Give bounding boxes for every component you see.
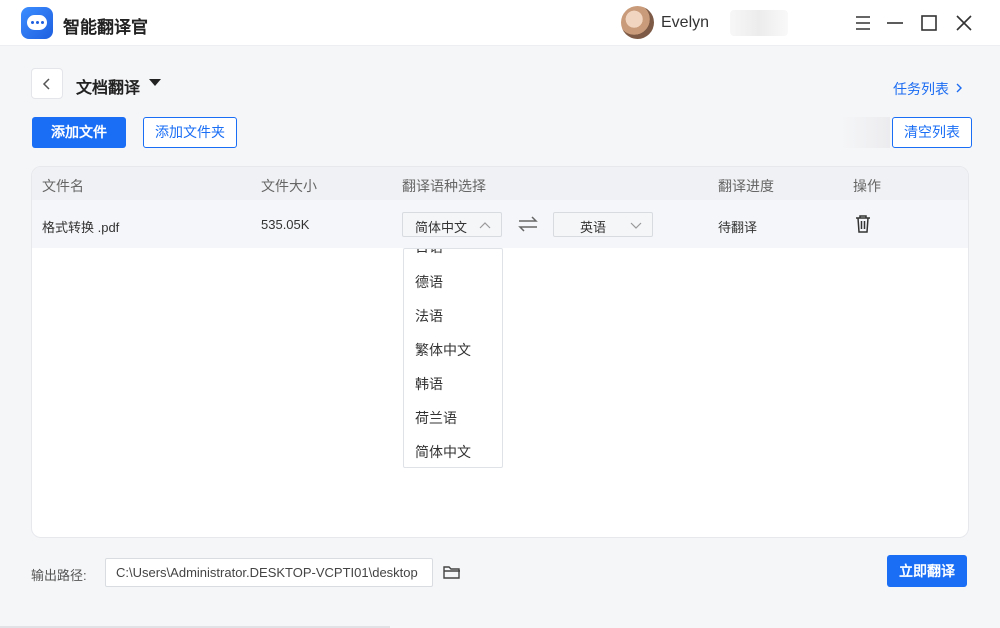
chevron-left-icon bbox=[42, 77, 50, 90]
add-folder-button[interactable]: 添加文件夹 bbox=[143, 117, 237, 148]
page-title[interactable]: 文档翻译 bbox=[76, 74, 140, 98]
folder-icon[interactable] bbox=[443, 564, 461, 580]
task-list-link[interactable]: 任务列表 bbox=[893, 79, 963, 99]
file-size: 535.05K bbox=[261, 217, 310, 232]
maximize-icon[interactable] bbox=[918, 12, 940, 34]
username[interactable]: Evelyn bbox=[661, 14, 709, 32]
dropdown-option[interactable]: 繁体中文 bbox=[415, 340, 471, 360]
blurred-area bbox=[840, 117, 890, 148]
header-progress: 翻译进度 bbox=[718, 178, 774, 194]
dropdown-option[interactable]: 韩语 bbox=[415, 374, 443, 394]
target-language-value: 英语 bbox=[580, 220, 607, 235]
dropdown-option[interactable]: 德语 bbox=[415, 272, 443, 292]
app-name: 智能翻译官 bbox=[63, 18, 148, 37]
target-language-select[interactable]: 英语 bbox=[553, 212, 653, 237]
chevron-right-icon bbox=[955, 81, 963, 97]
close-icon[interactable] bbox=[953, 12, 975, 34]
clear-list-button[interactable]: 清空列表 bbox=[892, 117, 972, 148]
chevron-down-icon bbox=[630, 222, 642, 229]
add-file-button[interactable]: 添加文件 bbox=[32, 117, 126, 148]
source-language-value: 简体中文 bbox=[415, 220, 468, 235]
output-path-field[interactable]: C:\Users\Administrator.DESKTOP-VCPTI01\d… bbox=[105, 558, 433, 587]
language-dropdown[interactable]: 日语 德语 法语 繁体中文 韩语 荷兰语 简体中文 bbox=[403, 248, 503, 468]
translation-status: 待翻译 bbox=[718, 220, 758, 235]
avatar[interactable] bbox=[621, 6, 654, 39]
dropdown-option[interactable]: 荷兰语 bbox=[415, 408, 457, 428]
dropdown-option[interactable]: 法语 bbox=[415, 306, 443, 326]
task-list-label: 任务列表 bbox=[893, 81, 949, 97]
app-logo-icon bbox=[21, 7, 53, 39]
table-header: 文件名 文件大小 翻译语种选择 翻译进度 操作 bbox=[32, 167, 968, 200]
source-language-select[interactable]: 简体中文 bbox=[402, 212, 502, 237]
file-name: 格式转换 .pdf bbox=[42, 220, 120, 235]
table-row: 格式转换 .pdf 535.05K 简体中文 英语 待翻译 bbox=[32, 200, 968, 248]
title-bar: 智能翻译官 Evelyn bbox=[0, 0, 1000, 46]
back-button[interactable] bbox=[31, 68, 63, 99]
header-file-name: 文件名 bbox=[42, 178, 84, 194]
header-actions: 操作 bbox=[853, 178, 881, 194]
minimize-icon[interactable] bbox=[884, 12, 906, 34]
blurred-area bbox=[730, 10, 788, 36]
header-file-size: 文件大小 bbox=[261, 178, 317, 194]
dropdown-option[interactable]: 日语 bbox=[415, 249, 443, 257]
translate-now-button[interactable]: 立即翻译 bbox=[887, 555, 967, 587]
menu-icon[interactable] bbox=[852, 12, 874, 34]
trash-icon[interactable] bbox=[854, 214, 872, 234]
dropdown-option[interactable]: 简体中文 bbox=[415, 442, 471, 462]
output-path-label: 输出路径: bbox=[31, 568, 87, 583]
header-language: 翻译语种选择 bbox=[402, 178, 486, 194]
chevron-up-icon bbox=[479, 222, 491, 229]
swap-icon[interactable] bbox=[517, 214, 539, 234]
caret-down-icon[interactable] bbox=[149, 79, 161, 86]
